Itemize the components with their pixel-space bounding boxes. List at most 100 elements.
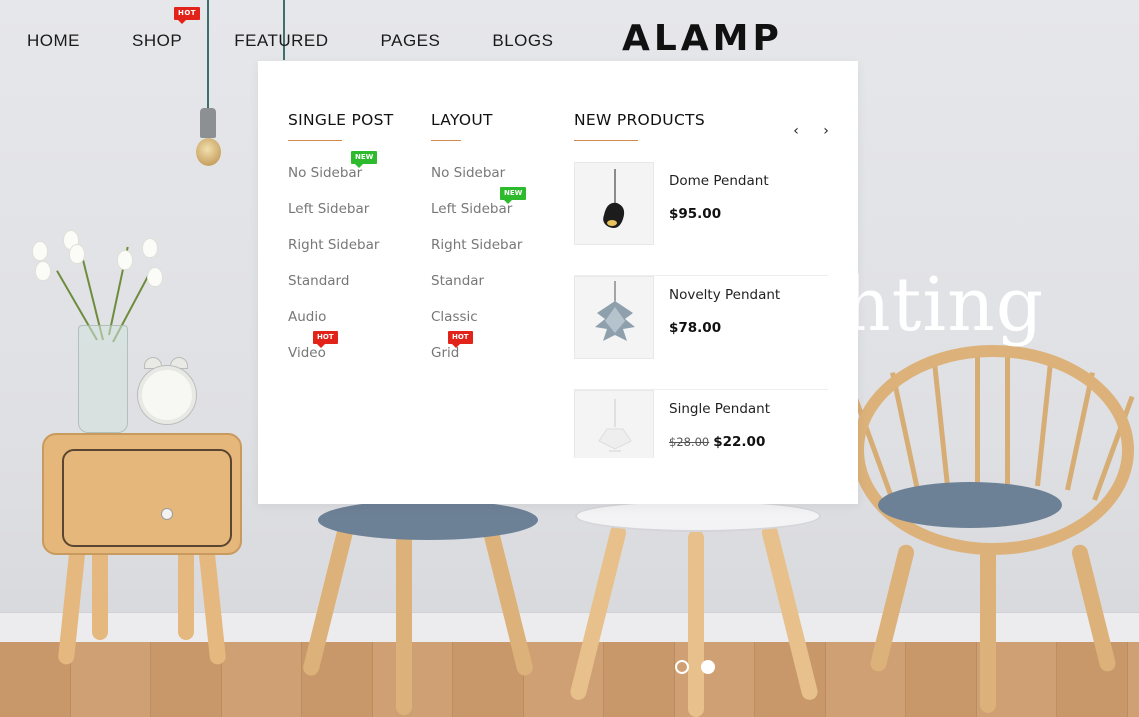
menu-link-classic[interactable]: Classic (431, 308, 522, 344)
wall-baseboard (0, 612, 1139, 642)
link-label: No Sidebar (288, 165, 363, 181)
lamp-bulb (196, 138, 221, 166)
pendant-lamp-icon (603, 169, 625, 228)
nav-shop[interactable]: SHOP HOT (132, 7, 201, 51)
new-products-header: NEW PRODUCTS (574, 111, 705, 141)
product-name[interactable]: Novelty Pendant (669, 287, 780, 303)
chair-leg (980, 548, 996, 713)
layout-links: No Sidebar Left Sidebar NEW Right Sidebar… (431, 164, 527, 380)
layout-column: LAYOUT No Sidebar Left Sidebar NEW Right … (431, 111, 527, 380)
product-price: $95.00 (669, 206, 721, 222)
nav-label: PAGES (380, 31, 441, 50)
product-carousel-nav: ‹ › (790, 122, 832, 140)
current-price: $78.00 (669, 320, 722, 336)
nav-home[interactable]: HOME (27, 31, 80, 51)
link-label: Standar (431, 273, 485, 289)
drawer-knob (161, 508, 173, 520)
menu-link-standar[interactable]: Standar (431, 272, 522, 308)
slider-dot-1[interactable] (675, 660, 689, 674)
nav-label: BLOGS (492, 31, 554, 50)
link-label: Audio (288, 309, 327, 325)
side-table-top (575, 500, 821, 532)
single-post-column: SINGLE POST No Sidebar NEW Left Sidebar R… (288, 111, 394, 380)
title-underline (574, 140, 638, 141)
alarm-clock (138, 366, 196, 424)
hot-badge: HOT (313, 331, 338, 348)
pendant-lamp-icon (595, 281, 635, 341)
menu-link-right-sidebar[interactable]: Right Sidebar (431, 236, 522, 272)
chair-cushion (318, 500, 538, 540)
table-leg (688, 530, 704, 717)
link-label: Right Sidebar (288, 237, 380, 253)
menu-link-video[interactable]: Video HOT (288, 331, 394, 380)
link-label: Classic (431, 309, 478, 325)
lamp-socket (200, 108, 216, 138)
menu-link-left-sidebar[interactable]: Left Sidebar (288, 200, 394, 236)
hot-badge: HOT (174, 7, 201, 24)
column-title: LAYOUT (431, 111, 493, 129)
tulip-flower (118, 251, 132, 269)
new-badge: NEW (500, 187, 527, 204)
wood-floor (0, 642, 1139, 717)
link-label: No Sidebar (431, 165, 506, 181)
lamp-cord (283, 0, 285, 60)
column-title: SINGLE POST (288, 111, 394, 129)
link-label: Left Sidebar (431, 201, 513, 217)
tulip-flower (143, 239, 157, 257)
current-price: $22.00 (713, 434, 766, 450)
link-label: Left Sidebar (288, 201, 370, 217)
product-card: Novelty Pendant $78.00 (574, 276, 828, 390)
hero-headline: hting (843, 262, 1045, 348)
site-logo[interactable]: ALAMP (622, 18, 783, 59)
menu-link-left-sidebar[interactable]: Left Sidebar NEW (431, 187, 527, 236)
new-products-list: Dome Pendant $95.00 Novelty Pendant $78.… (574, 162, 828, 458)
tulip-flower (148, 268, 162, 286)
tulip-flower (36, 262, 50, 280)
product-thumbnail[interactable] (574, 390, 654, 458)
nightstand-leg (92, 545, 108, 640)
tulip-flower (33, 242, 47, 260)
menu-link-standard[interactable]: Standard (288, 272, 394, 308)
pendant-lamp-icon (598, 399, 632, 452)
slider-dot-2[interactable] (701, 660, 715, 674)
nightstand-drawer (62, 449, 232, 547)
link-label: Right Sidebar (431, 237, 523, 253)
single-post-links: No Sidebar NEW Left Sidebar Right Sidebar… (288, 151, 394, 380)
next-arrow-icon[interactable]: › (820, 122, 832, 140)
menu-link-right-sidebar[interactable]: Right Sidebar (288, 236, 394, 272)
hot-badge: HOT (448, 331, 473, 348)
prev-arrow-icon[interactable]: ‹ (790, 122, 802, 140)
tulip-flower (70, 245, 84, 263)
menu-link-grid[interactable]: Grid HOT (431, 331, 522, 380)
nav-label: HOME (27, 31, 80, 50)
nightstand-leg (178, 545, 194, 640)
product-name[interactable]: Dome Pendant (669, 173, 769, 189)
nav-featured[interactable]: FEATURED (234, 31, 328, 51)
glass-vase (78, 325, 128, 433)
menu-link-audio[interactable]: Audio (288, 308, 394, 344)
product-price: $28.00 $22.00 (669, 434, 765, 450)
nav-pages[interactable]: PAGES (381, 31, 441, 51)
product-card: Single Pendant $28.00 $22.00 (574, 390, 828, 458)
product-thumbnail[interactable] (574, 162, 654, 245)
current-price: $95.00 (669, 206, 722, 222)
product-price: $78.00 (669, 320, 721, 336)
product-card: Dome Pendant $95.00 (574, 162, 828, 276)
chair-leg (396, 525, 412, 715)
nightstand (42, 433, 242, 555)
nav-label: FEATURED (234, 31, 329, 50)
title-underline (288, 140, 342, 141)
link-label: Standard (288, 273, 350, 289)
slider-pagination (675, 660, 715, 674)
nav-label: SHOP (132, 31, 183, 50)
title-underline (431, 140, 461, 141)
product-thumbnail[interactable] (574, 276, 654, 359)
product-name[interactable]: Single Pendant (669, 401, 770, 417)
column-title: NEW PRODUCTS (574, 111, 705, 129)
lamp-cord (207, 0, 209, 110)
nav-blogs[interactable]: BLOGS (492, 31, 553, 51)
old-price: $28.00 (669, 435, 710, 449)
main-nav: HOME SHOP HOT FEATURED PAGES BLOGS (27, 7, 605, 51)
menu-link-no-sidebar[interactable]: No Sidebar NEW (288, 151, 394, 200)
new-badge: NEW (351, 151, 378, 168)
